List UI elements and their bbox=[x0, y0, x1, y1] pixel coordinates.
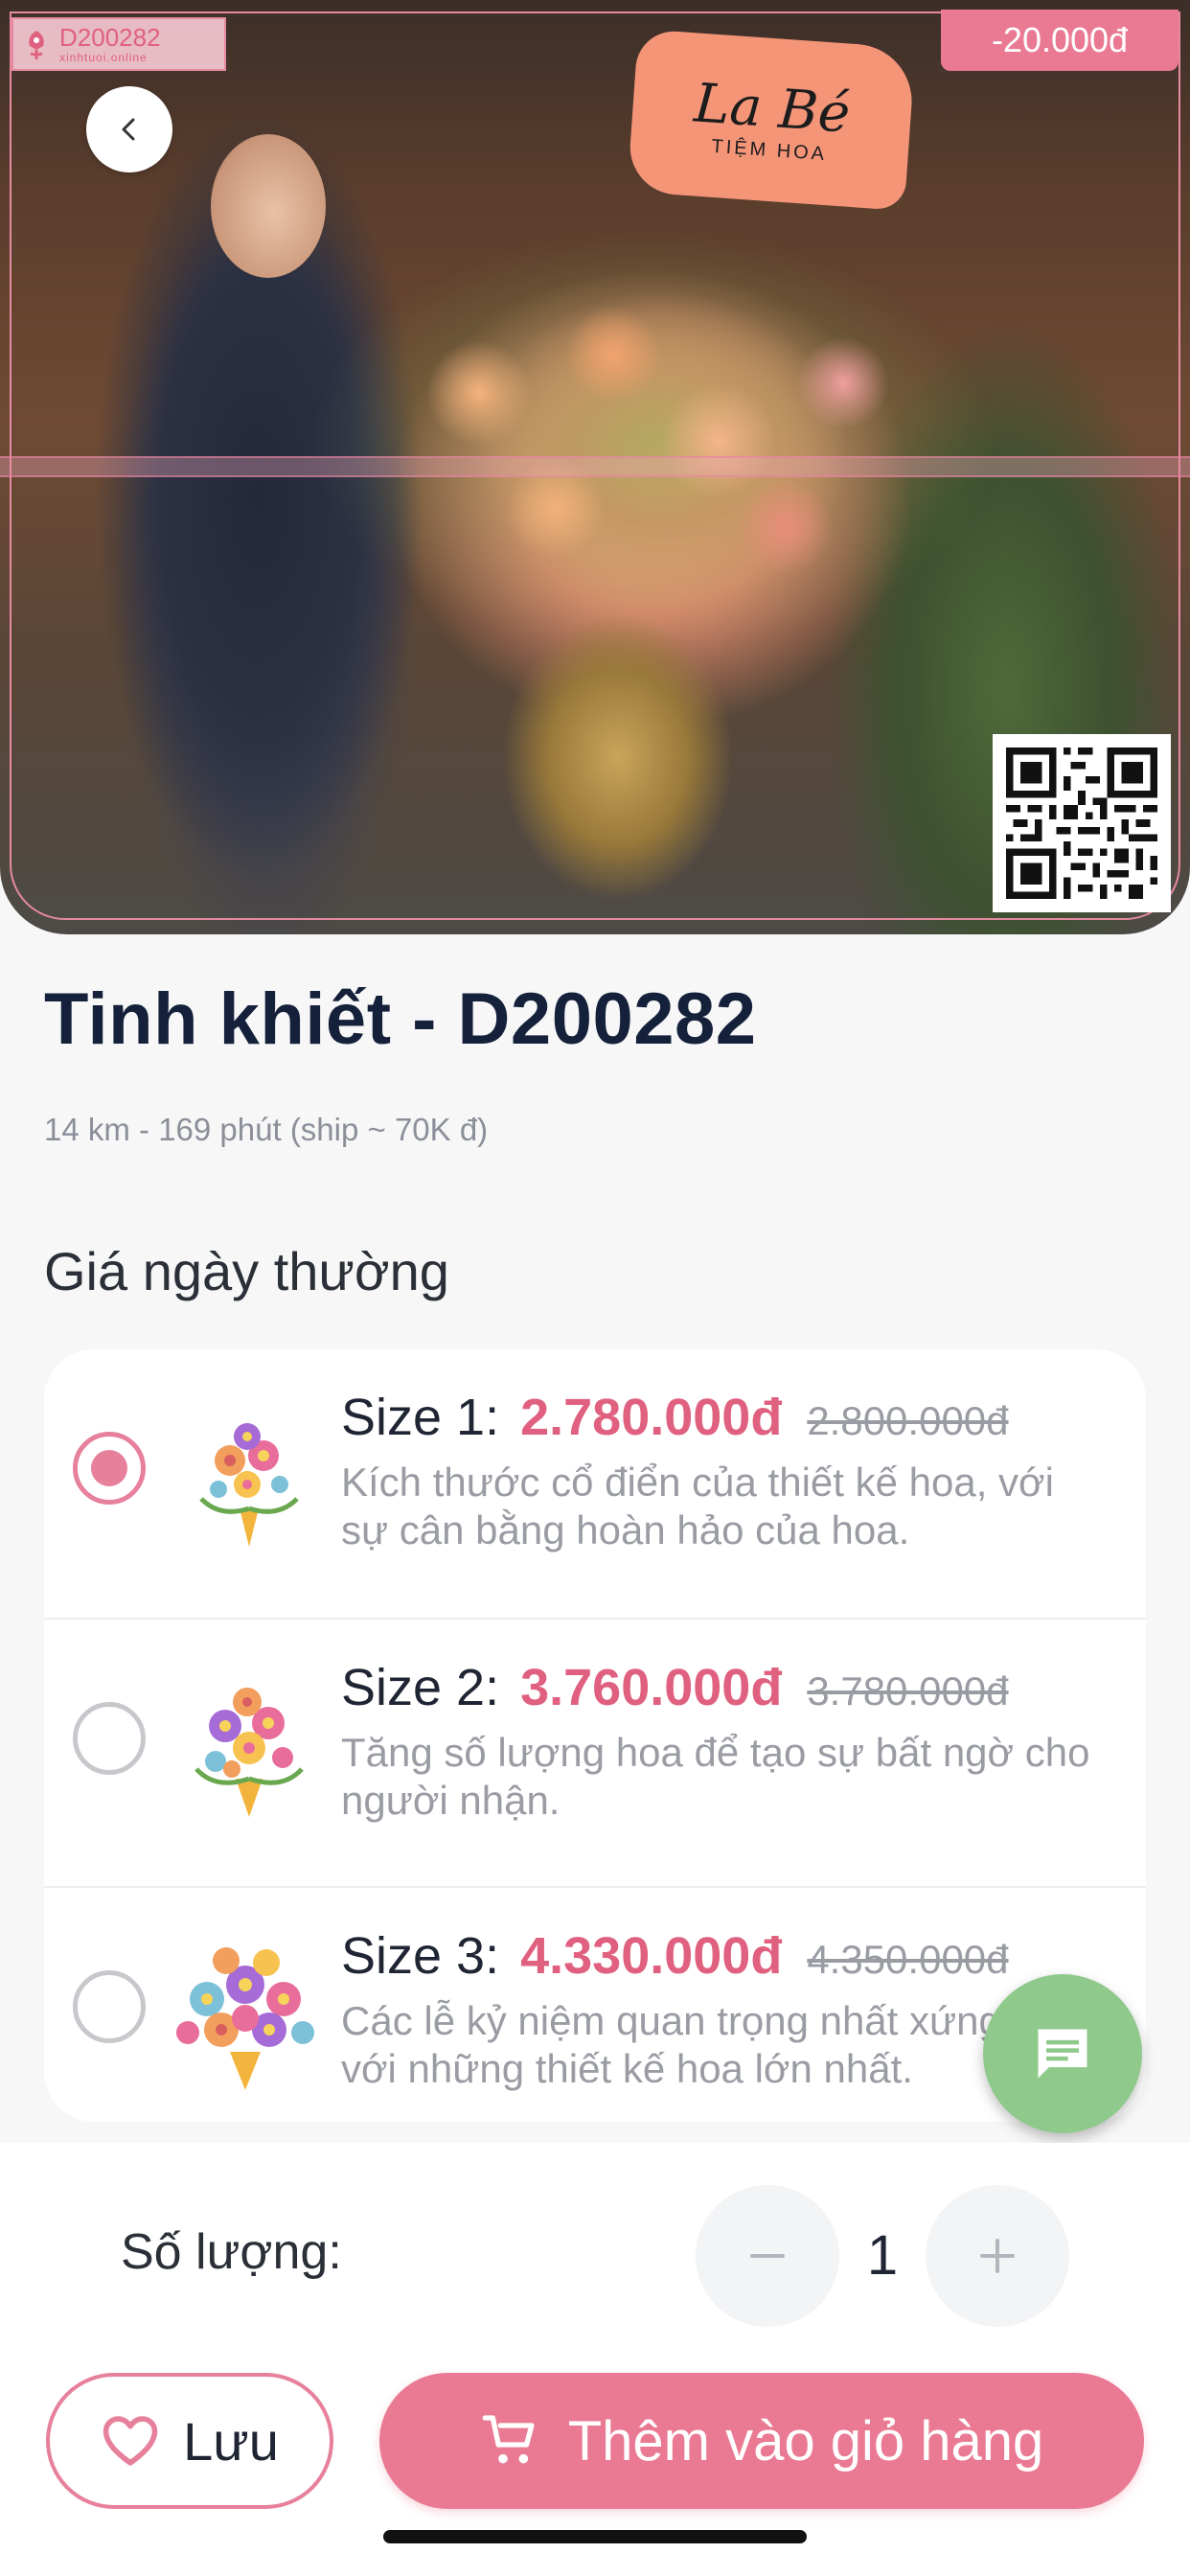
size-old-price: 4.350.000đ bbox=[807, 1937, 1009, 1982]
discount-badge: -20.000đ bbox=[941, 10, 1179, 71]
size-price: 2.780.000đ bbox=[520, 1389, 783, 1446]
size-old-price: 3.780.000đ bbox=[807, 1668, 1009, 1714]
size-price: 3.760.000đ bbox=[520, 1659, 783, 1716]
save-button-label: Lưu bbox=[183, 2410, 279, 2472]
delivery-distance: 14 km - 169 phút (ship ~ 70K đ) bbox=[44, 1112, 489, 1147]
tulip-logo-icon bbox=[13, 19, 59, 69]
quantity-value: 1 bbox=[866, 2224, 899, 2287]
plus-icon bbox=[980, 2239, 1015, 2273]
size-price: 4.330.000đ bbox=[520, 1927, 783, 1985]
minus-icon bbox=[750, 2254, 785, 2258]
chat-button[interactable] bbox=[983, 1974, 1142, 2133]
chevron-left-icon bbox=[122, 118, 135, 141]
product-code-badge: D200282 xinhtuoi.online bbox=[11, 17, 226, 71]
small-bouquet-icon bbox=[199, 1423, 299, 1547]
medium-bouquet-icon bbox=[195, 1688, 304, 1817]
save-button[interactable]: Lưu bbox=[46, 2373, 333, 2509]
back-button[interactable] bbox=[86, 86, 172, 172]
size-description: Tăng số lượng hoa để tạo sự bất ngờ cho … bbox=[341, 1730, 1090, 1823]
qr-code bbox=[993, 734, 1171, 912]
bottom-action-panel: Số lượng: 1 Lưu Thêm vào giỏ hàng bbox=[0, 2143, 1190, 2576]
product-image[interactable]: D200282 xinhtuoi.online -20.000đ La Bé T… bbox=[0, 0, 1190, 934]
size-label: Size 3: bbox=[341, 1927, 500, 1985]
radio-button[interactable] bbox=[73, 1970, 146, 2043]
home-indicator bbox=[383, 2530, 807, 2543]
size-option-2[interactable]: Size 2: 3.760.000đ 3.780.000đ Tăng số lư… bbox=[44, 1618, 1146, 1884]
quantity-increase-button[interactable] bbox=[926, 2185, 1069, 2327]
quantity-decrease-button[interactable] bbox=[696, 2185, 839, 2327]
pricing-section-title: Giá ngày thường bbox=[44, 1241, 449, 1301]
cart-add-icon bbox=[482, 2415, 535, 2464]
quantity-label: Số lượng: bbox=[121, 2224, 342, 2280]
size-label: Size 2: bbox=[341, 1659, 500, 1716]
product-code-site: xinhtuoi.online bbox=[59, 51, 148, 64]
chat-bubble-icon bbox=[1038, 2029, 1087, 2079]
shop-sign-name: La Bé bbox=[692, 72, 853, 146]
size-option-1[interactable]: Size 1: 2.780.000đ 2.800.000đ Kích thước… bbox=[44, 1349, 1146, 1616]
product-title: Tinh khiết - D200282 bbox=[44, 978, 757, 1060]
product-code-text: D200282 bbox=[59, 23, 161, 52]
size-description: Kích thước cổ điển của thiết kế hoa, với… bbox=[341, 1460, 1054, 1552]
add-to-cart-label: Thêm vào giỏ hàng bbox=[567, 2409, 1044, 2472]
heart-icon bbox=[103, 2416, 158, 2466]
size-options-card: Size 1: 2.780.000đ 2.800.000đ Kích thước… bbox=[44, 1349, 1146, 2122]
size-label: Size 1: bbox=[341, 1389, 500, 1446]
size-option-3[interactable]: Size 3: 4.330.000đ 4.350.000đ Các lễ kỷ … bbox=[44, 1886, 1146, 2122]
radio-button[interactable] bbox=[73, 1702, 146, 1775]
large-bouquet-icon bbox=[176, 1947, 314, 2090]
add-to-cart-button[interactable]: Thêm vào giỏ hàng bbox=[379, 2373, 1144, 2509]
size-old-price: 2.800.000đ bbox=[807, 1398, 1009, 1443]
shop-sign: La Bé TIỆM HOA bbox=[627, 29, 916, 211]
radio-button-selected[interactable] bbox=[73, 1432, 146, 1505]
